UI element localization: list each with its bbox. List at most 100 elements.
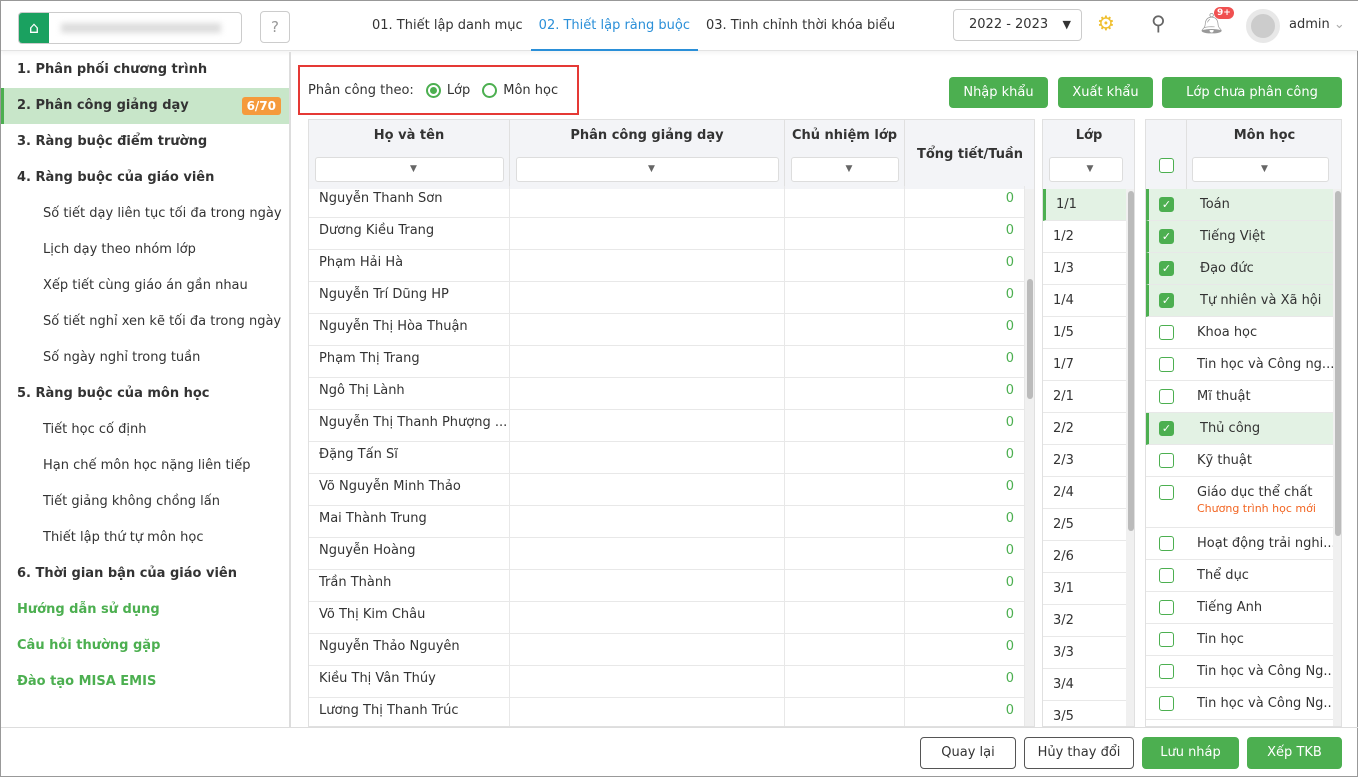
subject-checkbox[interactable] [1159, 600, 1174, 615]
homeroom-cell[interactable] [785, 666, 905, 698]
table-row[interactable]: Trần Thành 0 [309, 570, 1025, 602]
table-row[interactable]: Võ Nguyễn Minh Thảo 0 [309, 474, 1025, 506]
subject-checkbox[interactable]: ✓ [1159, 229, 1174, 244]
table-row[interactable]: Dương Kiều Trang 0 [309, 218, 1025, 250]
class-row[interactable]: 1/4 [1043, 285, 1126, 317]
gear-icon[interactable]: ⚙ [1097, 11, 1115, 35]
filter-input-class[interactable]: ▼ [1049, 157, 1123, 182]
homeroom-cell[interactable] [785, 314, 905, 346]
assignment-cell[interactable] [510, 378, 785, 410]
class-row[interactable]: 1/1 [1043, 189, 1126, 221]
class-row[interactable]: 1/7 [1043, 349, 1126, 381]
schedule-button[interactable]: Xếp TKB [1247, 737, 1342, 769]
homeroom-cell[interactable] [785, 570, 905, 602]
assignment-cell[interactable] [510, 442, 785, 474]
class-row[interactable]: 2/4 [1043, 477, 1126, 509]
sidebar-item[interactable]: Tiết học cố định [1, 412, 289, 448]
table-row[interactable]: Nguyễn Thị Thanh Phượng ... 0 [309, 410, 1025, 442]
table-row[interactable]: Lương Thị Thanh Trúc 0 [309, 698, 1025, 726]
subject-row[interactable]: Tin học và Công Ng... [1146, 688, 1333, 720]
assignment-cell[interactable] [510, 186, 785, 218]
subject-checkbox[interactable] [1159, 664, 1174, 679]
table-row[interactable]: Kiều Thị Vân Thúy 0 [309, 666, 1025, 698]
class-row[interactable]: 3/3 [1043, 637, 1126, 669]
subject-checkbox[interactable]: ✓ [1159, 197, 1174, 212]
subject-row[interactable]: ✓ Tự nhiên và Xã hội [1146, 285, 1333, 317]
tab-step-2[interactable]: 02. Thiết lập ràng buộc [530, 1, 698, 51]
sidebar-item[interactable]: Số tiết dạy liên tục tối đa trong ngày [1, 196, 289, 232]
homeroom-cell[interactable] [785, 218, 905, 250]
cancel-changes-button[interactable]: Hủy thay đổi [1024, 737, 1134, 769]
subject-row[interactable]: ✓ Thủ công [1146, 413, 1333, 445]
assignment-cell[interactable] [510, 634, 785, 666]
class-row[interactable]: 1/3 [1043, 253, 1126, 285]
table-row[interactable]: Nguyễn Thanh Sơn 0 [309, 186, 1025, 218]
subject-checkbox[interactable] [1159, 325, 1174, 340]
homeroom-cell[interactable] [785, 442, 905, 474]
filter-input-subject[interactable]: ▼ [1192, 157, 1329, 182]
table-row[interactable]: Nguyễn Thị Hòa Thuận 0 [309, 314, 1025, 346]
table-row[interactable]: Mai Thành Trung 0 [309, 506, 1025, 538]
subject-checkbox[interactable] [1159, 357, 1174, 372]
subject-checkbox[interactable]: ✓ [1159, 261, 1174, 276]
homeroom-cell[interactable] [785, 186, 905, 218]
filter-input-homeroom[interactable]: ▼ [791, 157, 899, 182]
subject-checkbox[interactable] [1159, 389, 1174, 404]
tab-step-1[interactable]: 01. Thiết lập danh mục [364, 1, 531, 51]
table-row[interactable]: Ngô Thị Lành 0 [309, 378, 1025, 410]
class-row[interactable]: 2/2 [1043, 413, 1126, 445]
sidebar-item[interactable]: 2. Phân công giảng dạy 6/70 [1, 88, 289, 124]
radio-class-label[interactable]: Lớp [447, 83, 470, 98]
subject-checkbox[interactable] [1159, 632, 1174, 647]
homeroom-cell[interactable] [785, 250, 905, 282]
export-button[interactable]: Xuất khẩu [1058, 77, 1153, 108]
assignment-cell[interactable] [510, 218, 785, 250]
table-row[interactable]: Nguyễn Trí Dũng HP 0 [309, 282, 1025, 314]
table-row[interactable]: Nguyễn Thảo Nguyên 0 [309, 634, 1025, 666]
school-selector[interactable]: ⌂ [18, 12, 242, 44]
sidebar-item[interactable]: Số tiết nghỉ xen kẽ tối đa trong ngày [1, 304, 289, 340]
sidebar-item[interactable]: 6. Thời gian bận của giáo viên [1, 556, 289, 592]
assignment-cell[interactable] [510, 570, 785, 602]
search-chart-icon[interactable]: ⚲ [1151, 11, 1166, 35]
sidebar-item[interactable]: 4. Ràng buộc của giáo viên [1, 160, 289, 196]
table-row[interactable]: Phạm Thị Trang 0 [309, 346, 1025, 378]
user-menu[interactable]: admin ⌄ [1289, 17, 1345, 32]
assignment-cell[interactable] [510, 506, 785, 538]
select-all-checkbox[interactable] [1159, 158, 1174, 173]
homeroom-cell[interactable] [785, 602, 905, 634]
subject-row[interactable]: Tin học và Công ng... [1146, 349, 1333, 381]
table-row[interactable]: Đặng Tấn Sĩ 0 [309, 442, 1025, 474]
assignment-cell[interactable] [510, 474, 785, 506]
class-row[interactable]: 3/4 [1043, 669, 1126, 701]
filter-input-name[interactable]: ▼ [315, 157, 504, 182]
filter-input-assign[interactable]: ▼ [516, 157, 779, 182]
subject-row[interactable]: Tiếng Anh [1146, 592, 1333, 624]
subject-row[interactable]: ✓ Toán [1146, 189, 1333, 221]
homeroom-cell[interactable] [785, 698, 905, 726]
tab-step-3[interactable]: 03. Tinh chỉnh thời khóa biểu [698, 1, 903, 51]
assignment-cell[interactable] [510, 602, 785, 634]
sidebar-item[interactable]: 5. Ràng buộc của môn học [1, 376, 289, 412]
subject-checkbox[interactable] [1159, 453, 1174, 468]
subject-row[interactable]: Mĩ thuật [1146, 381, 1333, 413]
class-row[interactable]: 1/2 [1043, 221, 1126, 253]
subject-row[interactable]: ✓ Đạo đức [1146, 253, 1333, 285]
homeroom-cell[interactable] [785, 346, 905, 378]
sidebar-item[interactable]: 1. Phân phối chương trình [1, 52, 289, 88]
assignment-cell[interactable] [510, 666, 785, 698]
class-row[interactable]: 3/1 [1043, 573, 1126, 605]
subject-row[interactable]: Tin học [1146, 624, 1333, 656]
class-row[interactable]: 3/2 [1043, 605, 1126, 637]
subject-checkbox[interactable] [1159, 568, 1174, 583]
save-draft-button[interactable]: Lưu nháp [1142, 737, 1239, 769]
subject-row[interactable]: Thể dục [1146, 560, 1333, 592]
sidebar-item[interactable]: Hạn chế môn học nặng liên tiếp [1, 448, 289, 484]
sidebar-item[interactable]: Xếp tiết cùng giáo án gần nhau [1, 268, 289, 304]
subject-checkbox[interactable] [1159, 485, 1174, 500]
homeroom-cell[interactable] [785, 538, 905, 570]
subject-row[interactable]: Tin học và Công Ng... [1146, 656, 1333, 688]
table-row[interactable]: Nguyễn Hoàng 0 [309, 538, 1025, 570]
homeroom-cell[interactable] [785, 506, 905, 538]
sidebar-item[interactable]: Số ngày nghỉ trong tuần [1, 340, 289, 376]
